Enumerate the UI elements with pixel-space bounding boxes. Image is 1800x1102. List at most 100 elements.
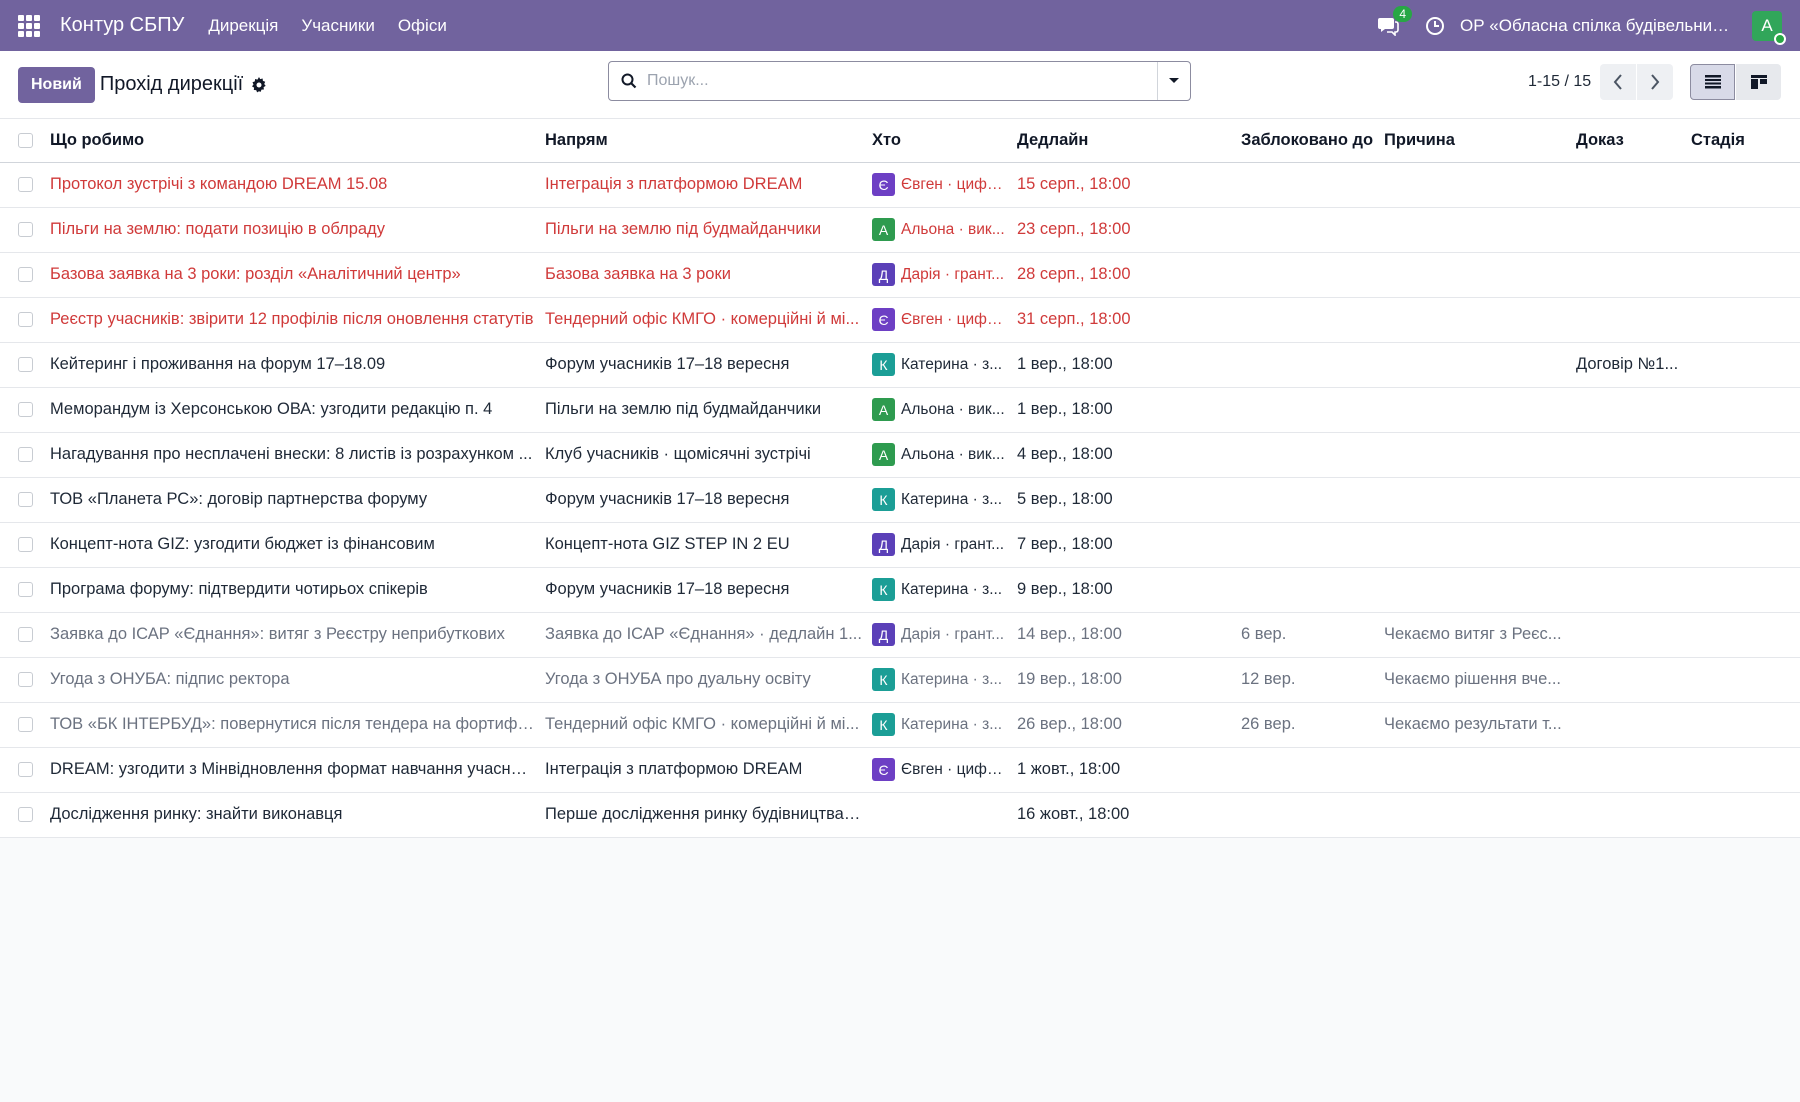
row-checkbox[interactable] bbox=[18, 672, 33, 688]
cell-stage[interactable] bbox=[1686, 792, 1800, 837]
table-row[interactable]: Заявка до ІСАР «Єднання»: витяг з Реєстр… bbox=[0, 612, 1800, 657]
cell-reason[interactable] bbox=[1379, 387, 1571, 432]
cell-proof[interactable] bbox=[1571, 477, 1686, 522]
pager-value[interactable]: 1-15 / 15 bbox=[1528, 73, 1591, 91]
cell-who[interactable]: К Катерина · з... bbox=[867, 657, 1012, 702]
row-checkbox[interactable] bbox=[18, 807, 33, 823]
assignee[interactable]: Д Дарія · грант... bbox=[872, 263, 1007, 286]
cell-blocked-until[interactable] bbox=[1236, 387, 1379, 432]
assignee[interactable]: А Альона · вик... bbox=[872, 443, 1007, 466]
cell-direction[interactable]: Тендерний офіс КМГО · комерційні й мі... bbox=[540, 297, 867, 342]
table-row[interactable]: Концепт-нота GIZ: узгодити бюджет із фін… bbox=[0, 522, 1800, 567]
cell-blocked-until[interactable] bbox=[1236, 522, 1379, 567]
cell-deadline[interactable]: 31 серп., 18:00 bbox=[1012, 297, 1236, 342]
row-checkbox[interactable] bbox=[18, 267, 33, 283]
cell-proof[interactable] bbox=[1571, 207, 1686, 252]
table-row[interactable]: Пільги на землю: подати позицію в облрад… bbox=[0, 207, 1800, 252]
cell-what[interactable]: Протокол зустрічі з командою DREAM 15.08 bbox=[45, 162, 540, 207]
cell-who[interactable]: Д Дарія · грант... bbox=[867, 522, 1012, 567]
cell-stage[interactable] bbox=[1686, 567, 1800, 612]
cell-proof[interactable] bbox=[1571, 747, 1686, 792]
cell-stage[interactable] bbox=[1686, 207, 1800, 252]
cell-proof[interactable] bbox=[1571, 162, 1686, 207]
cell-who[interactable]: К Катерина · з... bbox=[867, 342, 1012, 387]
cell-blocked-until[interactable] bbox=[1236, 162, 1379, 207]
new-button[interactable]: Новий bbox=[18, 66, 95, 103]
cell-what[interactable]: ТОВ «БК ІНТЕРБУД»: повернутися після тен… bbox=[45, 702, 540, 747]
cell-stage[interactable] bbox=[1686, 657, 1800, 702]
cell-direction[interactable]: Інтеграція з платформою DREAM bbox=[540, 162, 867, 207]
cell-proof[interactable] bbox=[1571, 387, 1686, 432]
cell-blocked-until[interactable]: 6 вер. bbox=[1236, 612, 1379, 657]
cell-reason[interactable] bbox=[1379, 747, 1571, 792]
cell-proof[interactable] bbox=[1571, 567, 1686, 612]
cell-reason[interactable] bbox=[1379, 297, 1571, 342]
assignee[interactable]: К Катерина · з... bbox=[872, 488, 1007, 511]
cell-stage[interactable] bbox=[1686, 747, 1800, 792]
table-row[interactable]: Протокол зустрічі з командою DREAM 15.08… bbox=[0, 162, 1800, 207]
cell-stage[interactable] bbox=[1686, 702, 1800, 747]
assignee[interactable]: Д Дарія · грант... bbox=[872, 623, 1007, 646]
cell-proof[interactable] bbox=[1571, 432, 1686, 477]
column-header-what[interactable]: Що робимо bbox=[45, 119, 540, 162]
apps-menu-icon[interactable] bbox=[18, 14, 40, 37]
cell-reason[interactable] bbox=[1379, 432, 1571, 477]
row-checkbox[interactable] bbox=[18, 537, 33, 553]
cell-reason[interactable] bbox=[1379, 252, 1571, 297]
cell-who[interactable]: К Катерина · з... bbox=[867, 477, 1012, 522]
assignee[interactable]: А Альона · вик... bbox=[872, 398, 1007, 421]
cell-proof[interactable] bbox=[1571, 792, 1686, 837]
cell-reason[interactable] bbox=[1379, 342, 1571, 387]
cell-who[interactable]: Д Дарія · грант... bbox=[867, 252, 1012, 297]
row-checkbox[interactable] bbox=[18, 447, 33, 463]
assignee[interactable]: Д Дарія · грант... bbox=[872, 533, 1007, 556]
cell-proof[interactable] bbox=[1571, 702, 1686, 747]
cell-deadline[interactable]: 9 вер., 18:00 bbox=[1012, 567, 1236, 612]
cell-proof[interactable]: Договір №1... bbox=[1571, 342, 1686, 387]
search-input[interactable] bbox=[647, 72, 1157, 90]
list-view-button[interactable] bbox=[1690, 64, 1735, 100]
cell-direction[interactable]: Інтеграція з платформою DREAM bbox=[540, 747, 867, 792]
cell-deadline[interactable]: 1 вер., 18:00 bbox=[1012, 342, 1236, 387]
cell-direction[interactable]: Клуб учасників · щомісячні зустрічі bbox=[540, 432, 867, 477]
cell-reason[interactable] bbox=[1379, 522, 1571, 567]
cell-deadline[interactable]: 28 серп., 18:00 bbox=[1012, 252, 1236, 297]
pager-previous-button[interactable] bbox=[1600, 64, 1636, 100]
cell-deadline[interactable]: 19 вер., 18:00 bbox=[1012, 657, 1236, 702]
assignee[interactable]: К Катерина · з... bbox=[872, 578, 1007, 601]
cell-who[interactable]: К Катерина · з... bbox=[867, 567, 1012, 612]
cell-direction[interactable]: Тендерний офіс КМГО · комерційні й мі... bbox=[540, 702, 867, 747]
cell-deadline[interactable]: 26 вер., 18:00 bbox=[1012, 702, 1236, 747]
cell-who[interactable]: Д Дарія · грант... bbox=[867, 612, 1012, 657]
cell-direction[interactable]: Форум учасників 17–18 вересня bbox=[540, 342, 867, 387]
row-checkbox[interactable] bbox=[18, 762, 33, 778]
assignee[interactable]: Є Євген · цифр... bbox=[872, 758, 1007, 781]
cell-deadline[interactable]: 14 вер., 18:00 bbox=[1012, 612, 1236, 657]
cell-what[interactable]: Меморандум із Херсонською ОВА: узгодити … bbox=[45, 387, 540, 432]
table-row[interactable]: Базова заявка на 3 роки: розділ «Аналіти… bbox=[0, 252, 1800, 297]
cell-what[interactable]: Пільги на землю: подати позицію в облрад… bbox=[45, 207, 540, 252]
row-checkbox[interactable] bbox=[18, 222, 33, 238]
cell-reason[interactable]: Чекаємо результати т... bbox=[1379, 702, 1571, 747]
activity-clock-icon[interactable] bbox=[1424, 15, 1446, 37]
row-checkbox[interactable] bbox=[18, 582, 33, 598]
cell-reason[interactable]: Чекаємо витяг з Реєс... bbox=[1379, 612, 1571, 657]
cell-direction[interactable]: Пільги на землю під будмайданчики bbox=[540, 387, 867, 432]
assignee[interactable]: К Катерина · з... bbox=[872, 353, 1007, 376]
table-row[interactable]: Меморандум із Херсонською ОВА: узгодити … bbox=[0, 387, 1800, 432]
column-header-direction[interactable]: Напрям bbox=[540, 119, 867, 162]
table-row[interactable]: Нагадування про несплачені внески: 8 лис… bbox=[0, 432, 1800, 477]
cell-what[interactable]: Кейтеринг і проживання на форум 17–18.09 bbox=[45, 342, 540, 387]
row-checkbox[interactable] bbox=[18, 492, 33, 508]
user-avatar[interactable]: А bbox=[1752, 10, 1786, 45]
cell-direction[interactable]: Заявка до ІСАР «Єднання» · дедлайн 1... bbox=[540, 612, 867, 657]
cell-blocked-until[interactable] bbox=[1236, 252, 1379, 297]
column-header-blocked-until[interactable]: Заблоковано до bbox=[1236, 119, 1379, 162]
cell-blocked-until[interactable] bbox=[1236, 792, 1379, 837]
cell-direction[interactable]: Форум учасників 17–18 вересня bbox=[540, 567, 867, 612]
select-all-checkbox[interactable] bbox=[18, 132, 33, 148]
app-brand[interactable]: Контур СБПУ bbox=[60, 14, 184, 37]
cell-what[interactable]: Програма форуму: підтвердити чотирьох сп… bbox=[45, 567, 540, 612]
cell-what[interactable]: Реєстр учасників: звірити 12 профілів пі… bbox=[45, 297, 540, 342]
cell-blocked-until[interactable] bbox=[1236, 297, 1379, 342]
